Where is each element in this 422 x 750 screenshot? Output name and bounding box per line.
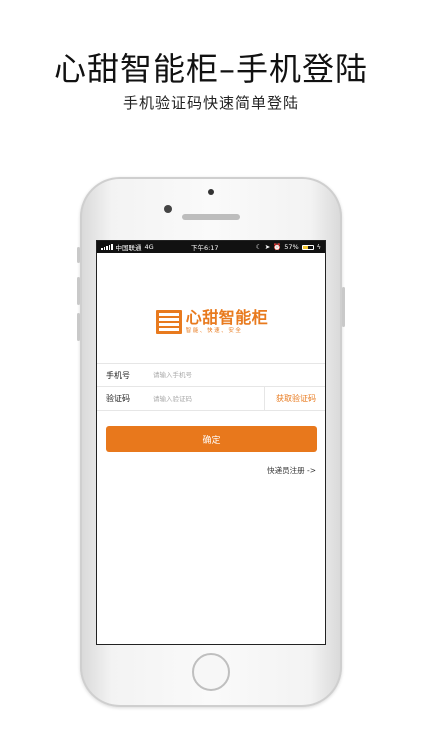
courier-register-link[interactable]: 快递员注册 -> [267,465,316,476]
login-form: 手机号 验证码 获取验证码 [97,363,325,411]
battery-percent: 57% [284,243,299,251]
phone-input[interactable] [153,371,248,379]
phone-volume-up-button [77,277,80,305]
code-input[interactable] [153,394,248,403]
cabinet-logo-icon [155,310,182,334]
moon-icon: ☾ [255,243,262,251]
promo-title: 心甜智能柜–手机登陆 [53,50,368,88]
code-label: 验证码 [106,394,130,403]
phone-label: 手机号 [106,370,130,380]
status-bar: 中国联通 4G 下午6:17 ☾ ➤ ⏰ 57% ϟ [97,241,325,253]
battery-icon [301,244,314,250]
status-time: 下午6:17 [190,244,219,252]
logo-name: 心甜智能柜 [185,308,269,327]
front-sensor-icon [208,189,214,195]
code-row: 验证码 获取验证码 [97,387,325,411]
phone-power-button [342,287,345,327]
phone-volume-down-button [77,313,80,341]
network-type: 4G [144,243,154,251]
phone-row: 手机号 [97,363,325,387]
location-icon: ➤ [264,243,271,251]
logo-slogan: 智能、快速、安全 [185,328,243,334]
charging-icon: ϟ [316,243,321,251]
signal-icon [101,244,113,250]
phone-screen: 中国联通 4G 下午6:17 ☾ ➤ ⏰ 57% ϟ 心甜智能柜 智能、快速、安… [96,240,326,645]
phone-mockup: 中国联通 4G 下午6:17 ☾ ➤ ⏰ 57% ϟ 心甜智能柜 智能、快速、安… [77,177,345,707]
confirm-button[interactable]: 确定 [106,426,317,452]
front-camera-icon [164,205,172,213]
carrier-name: 中国联通 [115,244,142,252]
speaker-grille [182,214,240,220]
app-logo: 心甜智能柜 智能、快速、安全 [97,308,325,335]
phone-side-button [77,247,80,263]
alarm-icon: ⏰ [273,243,282,251]
promo-subtitle: 手机验证码快速简单登陆 [122,94,299,112]
home-button[interactable] [192,653,230,691]
get-code-button[interactable]: 获取验证码 [264,387,325,410]
